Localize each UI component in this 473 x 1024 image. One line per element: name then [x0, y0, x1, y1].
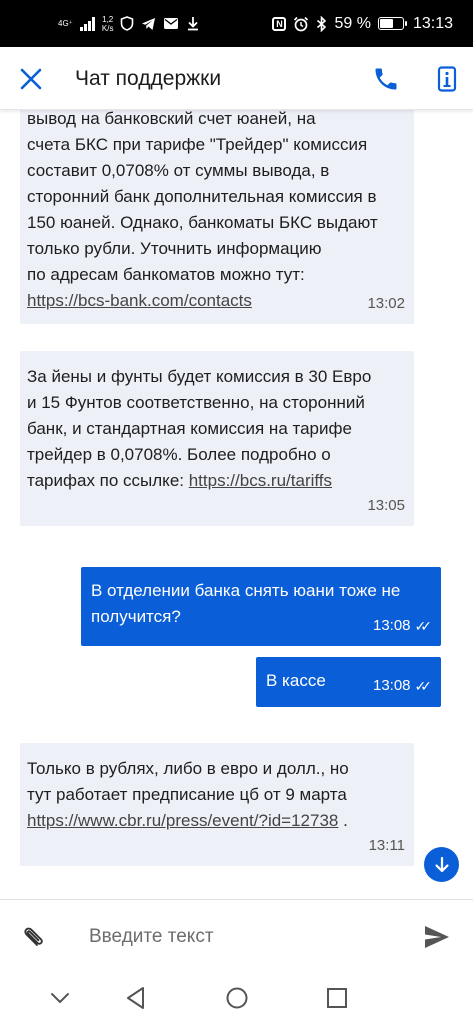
message-outgoing: В отделении банка снять юани тоже не пол… — [81, 567, 441, 646]
bluetooth-icon — [317, 15, 327, 32]
clock: 13:13 — [412, 14, 453, 32]
message-outgoing: В кассе 13:08 ✓✓ — [256, 657, 441, 707]
chat-header: Чат поддержки — [0, 47, 473, 110]
download-icon — [188, 17, 199, 31]
send-icon[interactable] — [423, 924, 451, 950]
network-speed: 1,2 K/s — [102, 15, 114, 33]
info-card-icon[interactable] — [433, 65, 461, 93]
message-time: 13:11 — [368, 837, 405, 854]
message-link[interactable]: https://www.cbr.ru/press/event/?id=12738 — [27, 811, 338, 830]
message-link-suffix: . — [338, 811, 348, 830]
message-composer — [0, 899, 473, 971]
double-check-icon: ✓✓ — [414, 678, 433, 694]
telegram-icon — [142, 17, 156, 30]
page-title: Чат поддержки — [75, 67, 222, 90]
paperclip-icon[interactable] — [19, 924, 45, 950]
message-text: Только в рублях, либо в евро и долл., но… — [27, 759, 349, 804]
battery-icon — [377, 17, 407, 30]
scroll-down-button[interactable] — [424, 847, 459, 882]
message-time: 13:08 — [372, 677, 411, 694]
back-icon[interactable] — [123, 985, 149, 1011]
message-link[interactable]: https://bcs-bank.com/contacts — [27, 291, 252, 310]
message-text: вывод на банковский счет юаней, на счета… — [27, 110, 378, 284]
speed-unit: K/s — [101, 23, 114, 33]
shield-icon — [121, 16, 134, 31]
message-incoming: Только в рублях, либо в евро и долл., но… — [20, 743, 414, 866]
chevron-down-icon[interactable] — [47, 985, 73, 1011]
signal-icon — [79, 16, 95, 31]
message-time-status: 13:08 ✓✓ — [373, 613, 432, 639]
message-incoming: вывод на банковский счет юаней, на счета… — [20, 110, 414, 324]
email-icon — [164, 18, 179, 29]
message-text: За йены и фунты будет комиссия в 30 Евро… — [27, 364, 414, 494]
message-incoming: За йены и фунты будет комиссия в 30 Евро… — [20, 351, 414, 526]
nfc-icon: N — [272, 16, 287, 31]
status-left: 4G⁺ 1,2 K/s — [58, 15, 200, 33]
double-check-icon: ✓✓ — [414, 618, 433, 634]
message-link[interactable]: https://bcs.ru/tariffs — [189, 471, 332, 490]
message-time: 13:05 — [367, 497, 405, 514]
status-right: N 59 % 13:13 — [272, 15, 453, 33]
close-icon[interactable] — [17, 65, 45, 93]
recents-icon[interactable] — [324, 985, 350, 1011]
battery-fill — [379, 19, 393, 28]
chat-messages[interactable]: вывод на банковский счет юаней, на счета… — [0, 110, 473, 898]
speed-value: 1,2 — [102, 14, 114, 24]
alarm-icon — [294, 16, 309, 31]
message-time-status: 13:08 ✓✓ — [373, 673, 432, 699]
message-time: 13:08 — [372, 617, 411, 634]
arrow-down-icon — [434, 856, 449, 872]
phone-icon[interactable] — [372, 65, 400, 93]
system-nav-bar — [0, 971, 473, 1024]
battery-percent: 59 % — [334, 14, 371, 32]
home-icon[interactable] — [224, 985, 250, 1011]
network-type: 4G⁺ — [58, 18, 73, 28]
message-time: 13:02 — [367, 295, 405, 312]
status-bar: 4G⁺ 1,2 K/s N 59 % 13:13 — [0, 0, 473, 47]
message-input[interactable] — [80, 918, 400, 956]
